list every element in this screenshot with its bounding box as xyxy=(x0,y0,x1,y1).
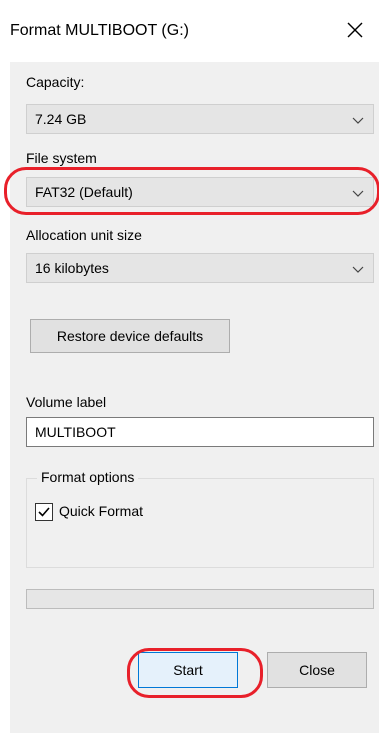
window-title: Format MULTIBOOT (G:) xyxy=(10,22,189,39)
volume-label-value: MULTIBOOT xyxy=(35,424,116,440)
chevron-down-icon xyxy=(352,190,364,197)
file-system-dropdown[interactable]: FAT32 (Default) xyxy=(26,177,374,207)
checkmark-icon xyxy=(38,507,50,517)
start-label: Start xyxy=(173,662,203,678)
chevron-down-icon xyxy=(352,266,364,273)
restore-defaults-button[interactable]: Restore device defaults xyxy=(30,319,230,353)
allocation-dropdown[interactable]: 16 kilobytes xyxy=(26,253,374,283)
allocation-label: Allocation unit size xyxy=(26,227,142,243)
close-button[interactable]: Close xyxy=(267,652,367,688)
chevron-down-icon xyxy=(352,117,364,124)
close-icon[interactable] xyxy=(341,16,369,44)
format-options-title: Format options xyxy=(37,469,139,485)
capacity-label: Capacity: xyxy=(26,74,85,90)
quick-format-label: Quick Format xyxy=(59,503,144,519)
volume-label-input[interactable]: MULTIBOOT xyxy=(26,417,374,447)
allocation-value: 16 kilobytes xyxy=(35,260,109,276)
close-label: Close xyxy=(299,662,335,678)
format-dialog: Format MULTIBOOT (G:) Capacity: 7.24 GB … xyxy=(0,0,379,733)
dialog-body: Capacity: 7.24 GB File system FAT32 (Def… xyxy=(4,62,379,733)
capacity-dropdown[interactable]: 7.24 GB xyxy=(26,104,374,134)
restore-defaults-label: Restore device defaults xyxy=(56,328,204,344)
format-progress-bar xyxy=(26,589,374,609)
format-options-group: Format options Quick Format xyxy=(26,469,374,568)
volume-label-heading: Volume label xyxy=(26,394,107,410)
quick-format-checkbox[interactable] xyxy=(35,503,53,521)
close-x-glyph xyxy=(347,22,363,38)
title-bar: Format MULTIBOOT (G:) xyxy=(0,0,379,62)
start-button[interactable]: Start xyxy=(138,652,238,688)
capacity-value: 7.24 GB xyxy=(35,111,87,127)
file-system-label: File system xyxy=(26,150,97,166)
file-system-value: FAT32 (Default) xyxy=(35,184,133,200)
